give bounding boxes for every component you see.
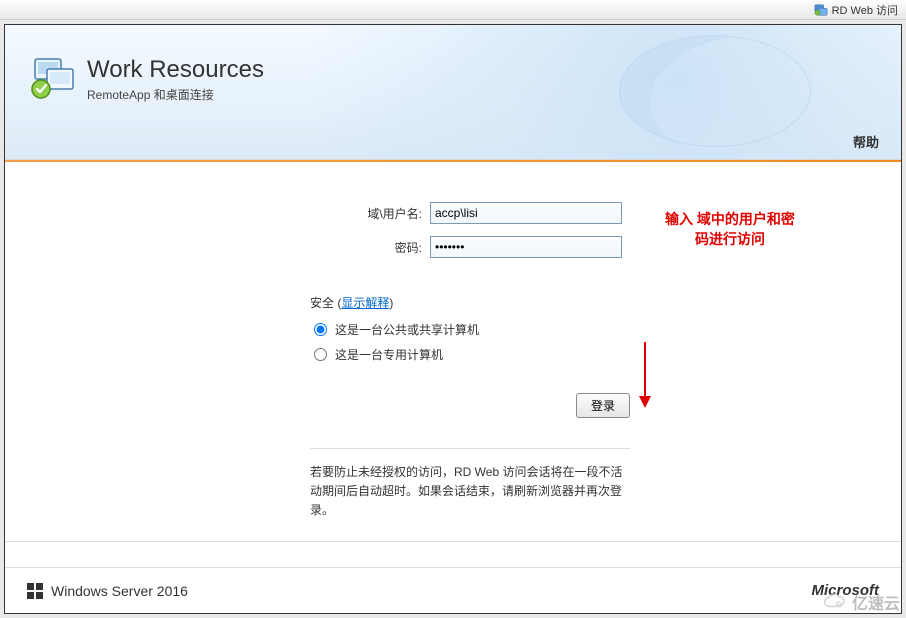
rdweb-tab-icon (814, 3, 828, 17)
windows-brand: Windows Server 2016 (27, 583, 188, 599)
divider-thin (310, 448, 630, 449)
logo-block: Work Resources RemoteApp 和桌面连接 (29, 55, 264, 103)
paren-close: ) (389, 296, 393, 310)
show-explain-link[interactable]: 显示解释 (341, 296, 389, 310)
security-block: 安全 (显示解释) 这是一台公共或共享计算机 这是一台专用计算机 (310, 294, 630, 363)
microsoft-brand: Microsoft (812, 582, 880, 599)
username-input[interactable] (430, 202, 622, 224)
page-title: Work Resources (87, 56, 264, 84)
radio-private[interactable] (314, 348, 327, 361)
radio-private-row[interactable]: 这是一台专用计算机 (314, 346, 630, 363)
browser-tab-title: RD Web 访问 (832, 2, 898, 18)
username-label: 域\用户名: (295, 205, 430, 222)
radio-private-label: 这是一台专用计算机 (335, 346, 443, 363)
windows-logo-icon (27, 583, 43, 599)
password-label: 密码: (295, 239, 430, 256)
footer: Windows Server 2016 Microsoft (5, 567, 901, 613)
security-prefix: 安全 (310, 296, 334, 310)
signin-button[interactable]: 登录 (576, 393, 630, 418)
banner: Work Resources RemoteApp 和桌面连接 帮助 (5, 25, 901, 160)
password-input[interactable] (430, 236, 622, 258)
windows-brand-text: Windows Server 2016 (51, 583, 188, 599)
radio-public-row[interactable]: 这是一台公共或共享计算机 (314, 321, 630, 338)
browser-tab-bar: RD Web 访问 (0, 0, 906, 20)
login-form: 域\用户名: 密码: (295, 202, 635, 258)
help-link[interactable]: 帮助 (853, 132, 879, 151)
content-area: 域\用户名: 密码: 安全 (显示解释) 这是一台公共或共享计算机 这是一台专用… (5, 162, 901, 542)
timeout-notice: 若要防止未经授权的访问，RD Web 访问会话将在一段不活动期间后自动超时。如果… (310, 463, 630, 521)
radio-public-label: 这是一台公共或共享计算机 (335, 321, 479, 338)
remoteapp-logo-icon (29, 55, 77, 103)
page-subtitle: RemoteApp 和桌面连接 (87, 86, 264, 103)
security-heading: 安全 (显示解释) (310, 294, 630, 311)
page-frame: Work Resources RemoteApp 和桌面连接 帮助 域\用户名:… (4, 24, 902, 614)
radio-public[interactable] (314, 323, 327, 336)
